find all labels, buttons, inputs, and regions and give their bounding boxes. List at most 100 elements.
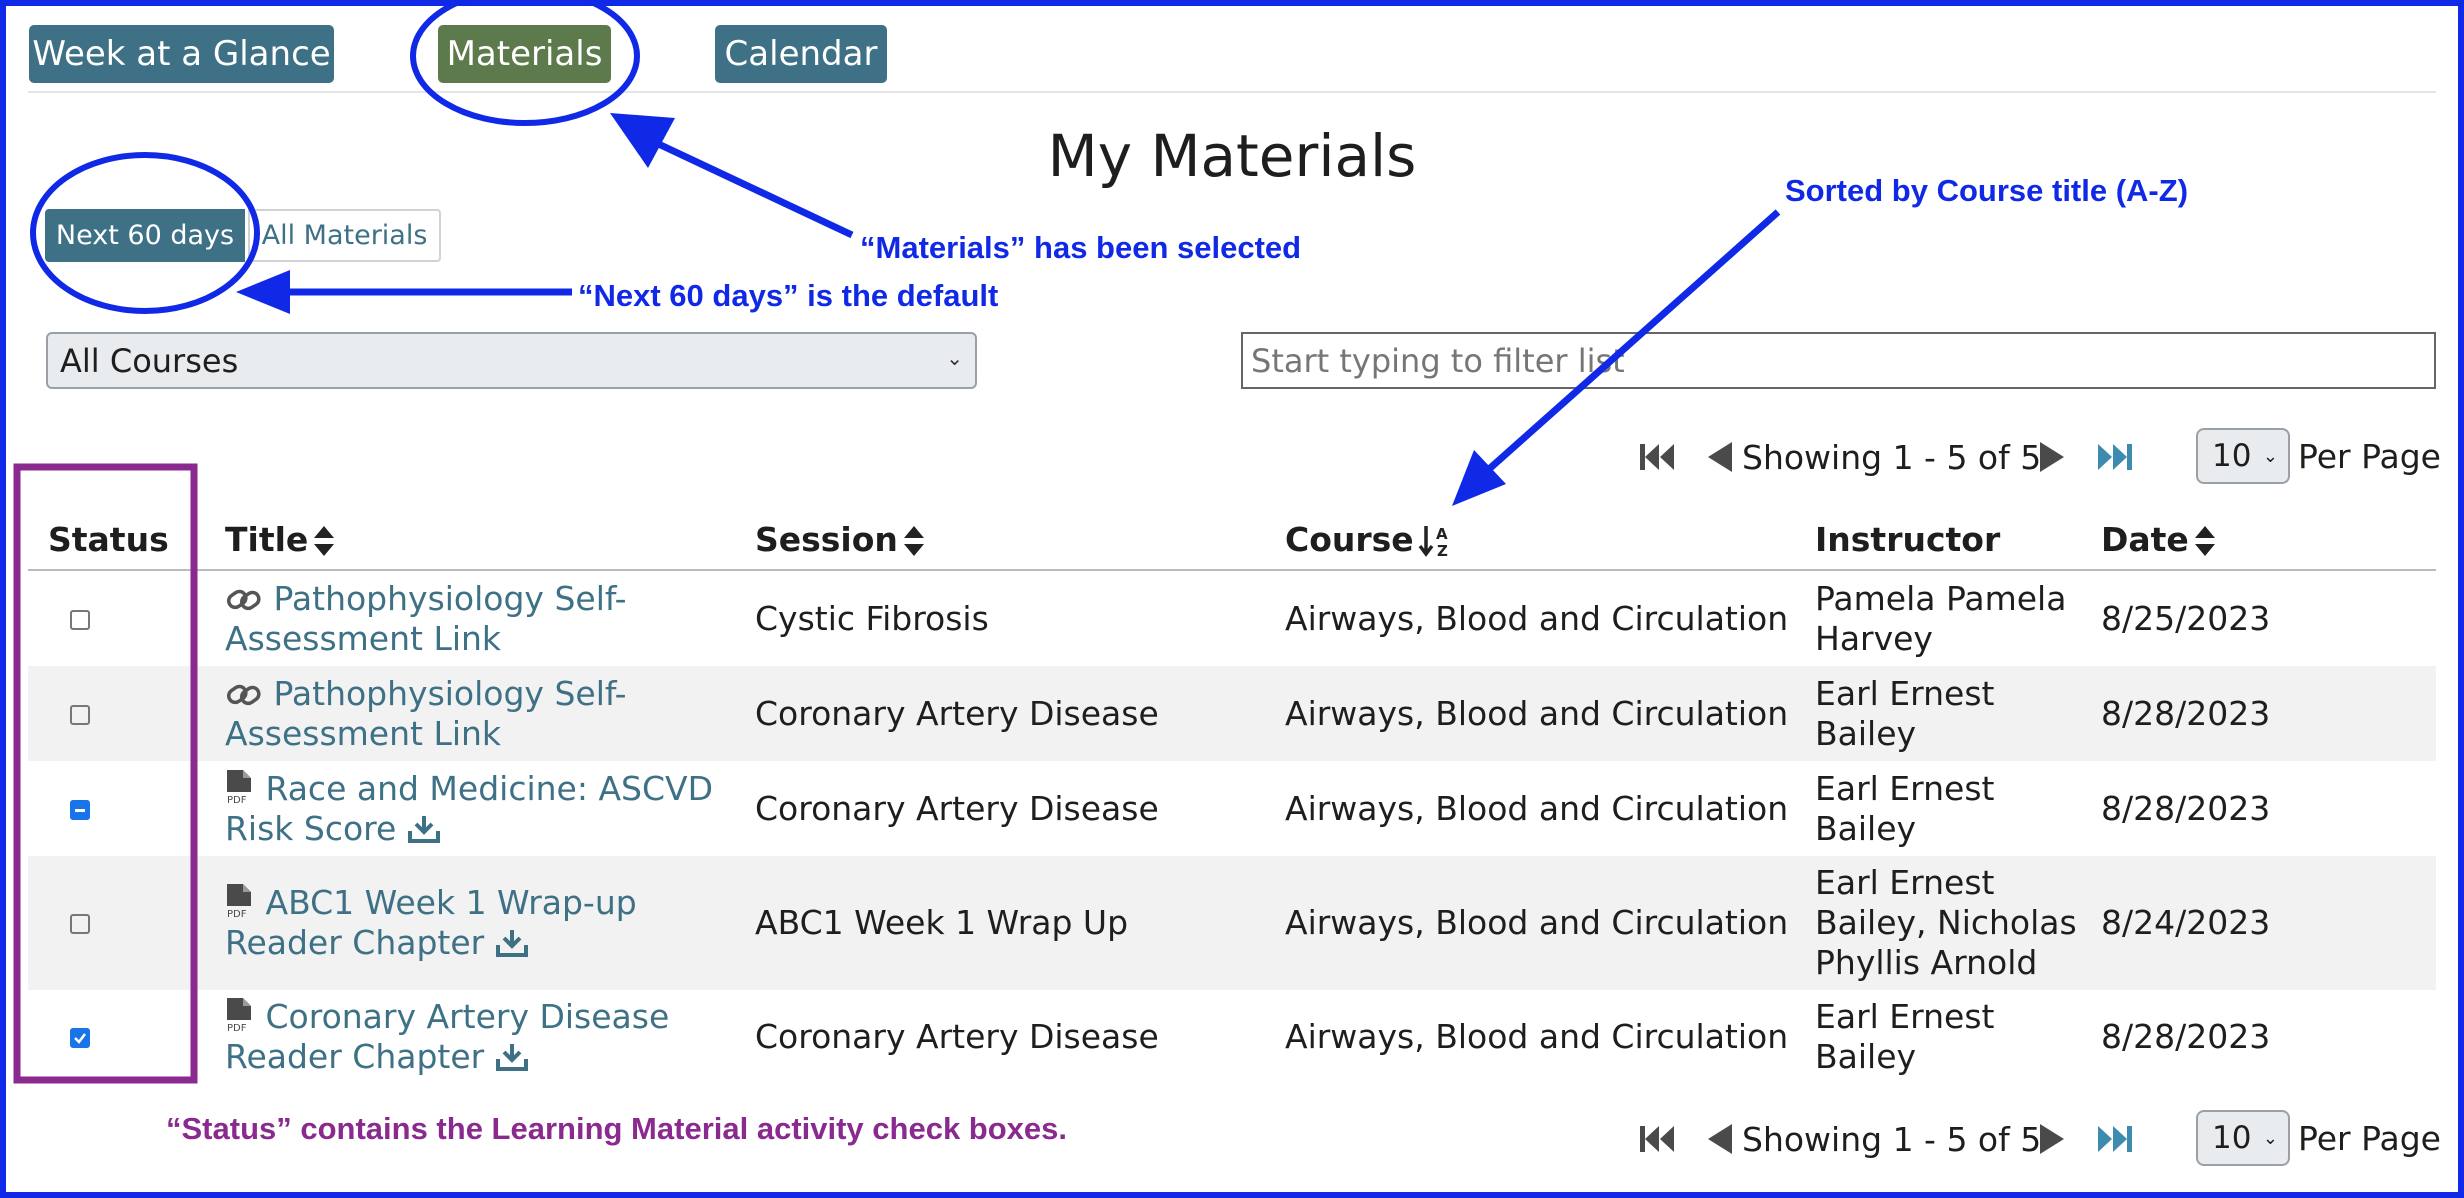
last-page-icon[interactable] xyxy=(2098,1126,2132,1152)
date-header[interactable]: Date xyxy=(2081,509,2436,571)
session-cell: Coronary Artery Disease xyxy=(755,788,1159,828)
filter-input[interactable] xyxy=(1241,332,2436,389)
pdf-icon: PDF xyxy=(227,884,251,920)
status-checkbox[interactable] xyxy=(70,1028,90,1048)
course-cell: Airways, Blood and Circulation xyxy=(1285,1017,1789,1056)
materials-table: Status Title Session Course A Z Instructor… xyxy=(28,509,2436,1084)
status-header: Status xyxy=(28,509,205,571)
svg-text:A: A xyxy=(1436,525,1448,543)
first-page-icon[interactable] xyxy=(1640,1126,1674,1152)
material-title-link[interactable]: Pathophysiology Self-Assessment Link xyxy=(225,674,627,753)
first-page-icon[interactable] xyxy=(1640,444,1674,470)
course-cell: Airways, Blood and Circulation xyxy=(1265,856,1795,990)
material-title-link[interactable]: Pathophysiology Self-Assessment Link xyxy=(225,579,627,658)
status-header-label: Status xyxy=(48,519,169,559)
download-icon[interactable] xyxy=(495,928,529,958)
title-cell: Pathophysiology Self-Assessment Link xyxy=(205,666,735,761)
chevron-down-icon: ⌄ xyxy=(946,346,963,370)
previous-page-icon[interactable] xyxy=(1708,442,1732,472)
annotation-next60-default: “Next 60 days” is the default xyxy=(578,278,999,313)
session-cell: Coronary Artery Disease xyxy=(735,666,1265,761)
date-cell: 8/25/2023 xyxy=(2101,598,2271,638)
chevron-down-icon: ⌄ xyxy=(2262,446,2278,467)
next-page-icon[interactable] xyxy=(2040,1124,2064,1154)
instructor-cell: Earl Ernest Bailey xyxy=(1795,666,2081,761)
sort-icon[interactable] xyxy=(902,524,926,558)
calendar-button[interactable]: Calendar xyxy=(715,25,887,83)
per-page-label: Per Page xyxy=(2298,1119,2441,1158)
link-icon xyxy=(226,684,261,705)
status-cell xyxy=(28,666,205,761)
table-header-row: Status Title Session Course A Z Instructor… xyxy=(28,509,2436,571)
per-page-value: 10 xyxy=(2212,438,2252,474)
title-header[interactable]: Title xyxy=(205,509,735,571)
last-page-icon[interactable] xyxy=(2098,444,2132,470)
table-row: PDF ABC1 Week 1 Wrap-up Reader Chapter A… xyxy=(28,856,2436,990)
course-select[interactable]: All Courses ⌄ xyxy=(46,332,977,389)
course-cell: Airways, Blood and Circulation xyxy=(1285,788,1789,828)
material-title-link[interactable]: Coronary Artery Disease Reader Chapter xyxy=(225,997,669,1076)
per-page-select-top[interactable]: 10 ⌄ xyxy=(2196,428,2290,484)
date-cell: 8/28/2023 xyxy=(2081,666,2436,761)
sort-icon[interactable] xyxy=(2193,524,2217,558)
title-header-label: Title xyxy=(225,519,309,559)
course-select-value: All Courses xyxy=(60,341,239,380)
course-header[interactable]: Course A Z xyxy=(1265,509,1795,571)
title-cell: PDF Race and Medicine: ASCVD Risk Score xyxy=(205,761,735,856)
previous-page-icon[interactable] xyxy=(1708,1124,1732,1154)
date-cell: 8/24/2023 xyxy=(2081,856,2436,990)
svg-text:PDF: PDF xyxy=(227,795,247,804)
instructor-cell: Earl Ernest Bailey xyxy=(1815,768,1995,848)
materials-button[interactable]: Materials xyxy=(438,25,611,83)
per-page-value: 10 xyxy=(2212,1120,2252,1156)
material-title-link[interactable]: ABC1 Week 1 Wrap-up Reader Chapter xyxy=(225,883,637,962)
course-cell: Airways, Blood and Circulation xyxy=(1285,598,1789,638)
session-cell: Coronary Artery Disease xyxy=(755,1017,1159,1056)
pdf-icon: PDF xyxy=(227,769,251,806)
svg-text:PDF: PDF xyxy=(227,909,247,918)
session-cell: Cystic Fibrosis xyxy=(755,598,989,638)
pager-status: Showing 1 - 5 of 5 xyxy=(1742,438,2042,477)
material-title-link[interactable]: Race and Medicine: ASCVD Risk Score xyxy=(225,769,713,848)
date-cell: 8/28/2023 xyxy=(2101,788,2271,828)
week-at-a-glance-button[interactable]: Week at a Glance xyxy=(29,25,334,83)
annotation-status-note: “Status” contains the Learning Material … xyxy=(166,1111,1067,1146)
status-cell xyxy=(28,990,205,1084)
per-page-select-bottom[interactable]: 10 ⌄ xyxy=(2196,1110,2290,1166)
sort-icon[interactable] xyxy=(312,524,336,558)
status-cell xyxy=(28,856,205,990)
chevron-down-icon: ⌄ xyxy=(2262,1128,2278,1149)
all-materials-button[interactable]: All Materials xyxy=(248,209,441,262)
instructor-header: Instructor xyxy=(1795,509,2081,571)
table-row: Pathophysiology Self-Assessment Link Cys… xyxy=(28,570,2436,666)
next-page-icon[interactable] xyxy=(2040,442,2064,472)
nav-divider xyxy=(28,91,2436,93)
link-icon xyxy=(226,589,261,610)
annotation-sorted: Sorted by Course title (A-Z) xyxy=(1785,173,2189,208)
date-cell: 8/28/2023 xyxy=(2101,1017,2271,1056)
table-row: PDF Race and Medicine: ASCVD Risk Score … xyxy=(28,761,2436,856)
title-cell: Pathophysiology Self-Assessment Link xyxy=(205,570,735,666)
session-header[interactable]: Session xyxy=(735,509,1265,571)
session-header-label: Session xyxy=(755,519,898,559)
instructor-cell: Earl Ernest Bailey, Nicholas Phyllis Arn… xyxy=(1795,856,2081,990)
status-cell xyxy=(28,570,205,666)
status-checkbox[interactable] xyxy=(70,799,90,820)
per-page-label: Per Page xyxy=(2298,437,2441,476)
status-checkbox[interactable] xyxy=(70,914,90,934)
download-icon[interactable] xyxy=(495,1042,529,1072)
annotation-materials-selected: “Materials” has been selected xyxy=(860,230,1302,265)
date-header-label: Date xyxy=(2101,519,2189,559)
status-cell xyxy=(28,761,205,856)
instructor-header-label: Instructor xyxy=(1815,519,2001,559)
title-cell: PDF ABC1 Week 1 Wrap-up Reader Chapter xyxy=(205,856,735,990)
sort-alpha-down-icon[interactable]: AZ xyxy=(1418,524,1454,558)
download-icon[interactable] xyxy=(407,814,441,844)
status-checkbox[interactable] xyxy=(70,609,90,630)
title-cell: PDF Coronary Artery Disease Reader Chapt… xyxy=(205,990,735,1084)
next-60-days-button[interactable]: Next 60 days xyxy=(45,209,245,262)
pager-status: Showing 1 - 5 of 5 xyxy=(1742,1120,2042,1159)
status-checkbox[interactable] xyxy=(70,704,90,725)
table-row: Pathophysiology Self-Assessment Link Cor… xyxy=(28,666,2436,761)
pdf-icon: PDF xyxy=(227,998,251,1034)
